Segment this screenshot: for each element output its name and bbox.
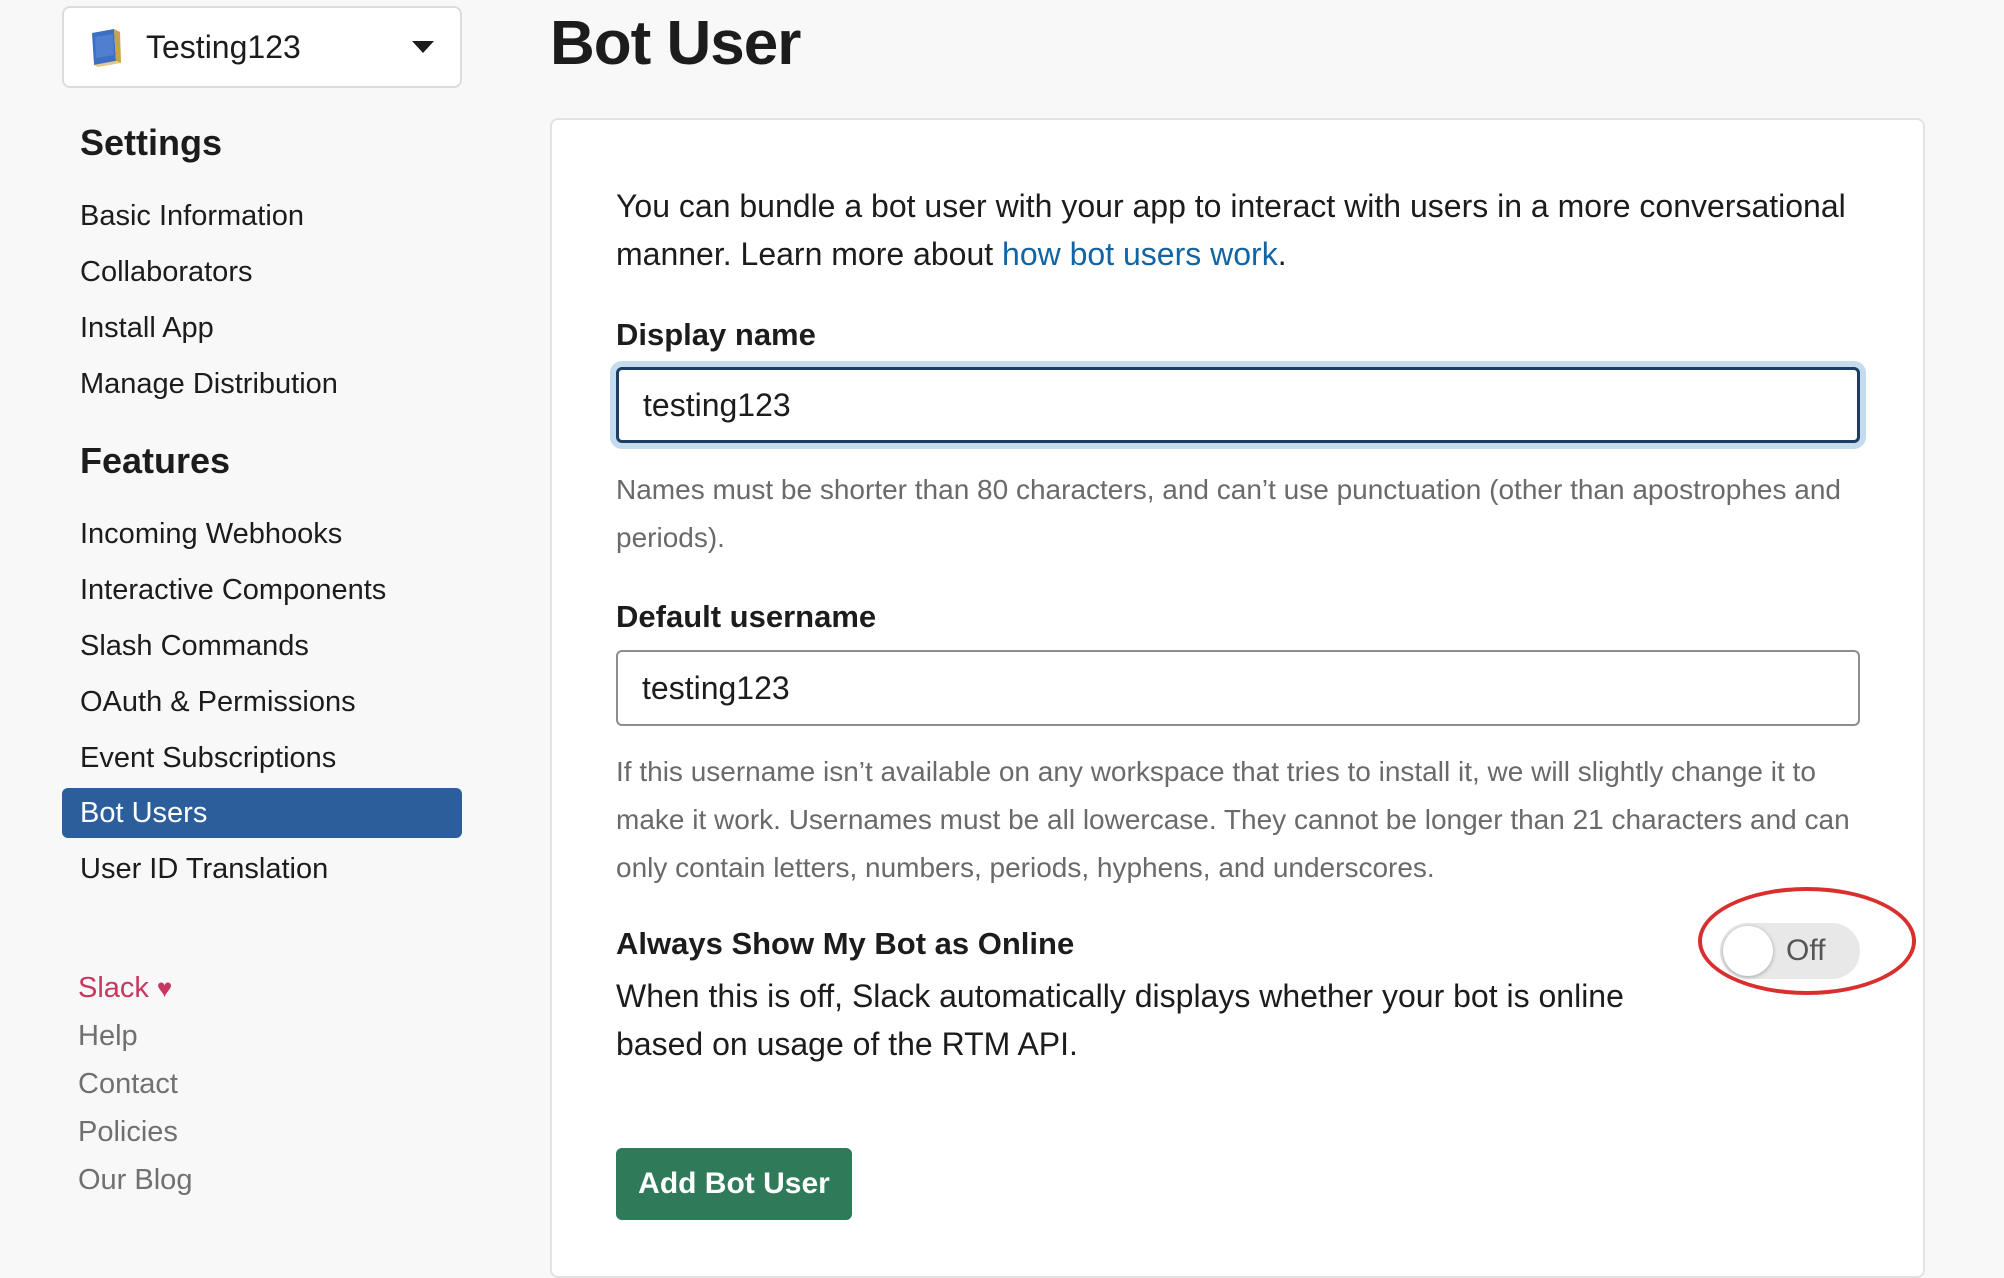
app-name: Testing123: [146, 28, 301, 65]
features-heading: Features: [80, 440, 231, 481]
sidebar-item-incoming-webhooks[interactable]: Incoming Webhooks: [62, 509, 462, 559]
chevron-down-icon: [412, 41, 434, 53]
bot-users-docs-link[interactable]: how bot users work: [1002, 236, 1278, 272]
sidebar-item-slash-commands[interactable]: Slash Commands: [62, 621, 462, 671]
help-link[interactable]: Help: [78, 1020, 138, 1053]
app-switcher[interactable]: Testing123: [62, 6, 462, 88]
online-toggle-description: When this is off, Slack automatically di…: [616, 978, 1624, 1062]
app-book-icon: [92, 29, 121, 67]
blog-link[interactable]: Our Blog: [78, 1164, 192, 1197]
heart-icon: ♥: [156, 973, 173, 1003]
settings-heading: Settings: [80, 122, 223, 163]
default-username-help: If this username isn’t available on any …: [616, 756, 1850, 883]
page-title: Bot User: [550, 9, 801, 78]
sidebar-item-basic-information[interactable]: Basic Information: [62, 191, 462, 241]
default-username-input[interactable]: [616, 650, 1860, 726]
online-toggle-title: Always Show My Bot as Online: [616, 926, 1075, 961]
default-username-label: Default username: [616, 599, 877, 634]
sidebar-item-manage-distribution[interactable]: Manage Distribution: [62, 359, 462, 409]
sidebar-item-user-id-translation[interactable]: User ID Translation: [62, 844, 462, 894]
display-name-help: Names must be shorter than 80 characters…: [616, 474, 1841, 553]
policies-link[interactable]: Policies: [78, 1116, 178, 1149]
sidebar-item-install-app[interactable]: Install App: [62, 303, 462, 353]
red-annotation-circle: [1698, 887, 1916, 995]
intro-text: You can bundle a bot user with your app …: [616, 182, 1886, 278]
sidebar-item-collaborators[interactable]: Collaborators: [62, 247, 462, 297]
sidebar-item-event-subscriptions[interactable]: Event Subscriptions: [62, 733, 462, 783]
add-bot-user-button[interactable]: Add Bot User: [616, 1148, 852, 1220]
sidebar-item-bot-users[interactable]: Bot Users: [62, 788, 462, 838]
display-name-label: Display name: [616, 317, 816, 352]
slack-label: Slack: [78, 972, 149, 1004]
sidebar-item-interactive-components[interactable]: Interactive Components: [62, 565, 462, 615]
intro-end: .: [1277, 236, 1287, 272]
contact-link[interactable]: Contact: [78, 1068, 178, 1101]
display-name-input[interactable]: [616, 367, 1860, 443]
slack-link[interactable]: Slack ♥: [78, 972, 172, 1005]
sidebar-item-oauth-permissions[interactable]: OAuth & Permissions: [62, 677, 462, 727]
